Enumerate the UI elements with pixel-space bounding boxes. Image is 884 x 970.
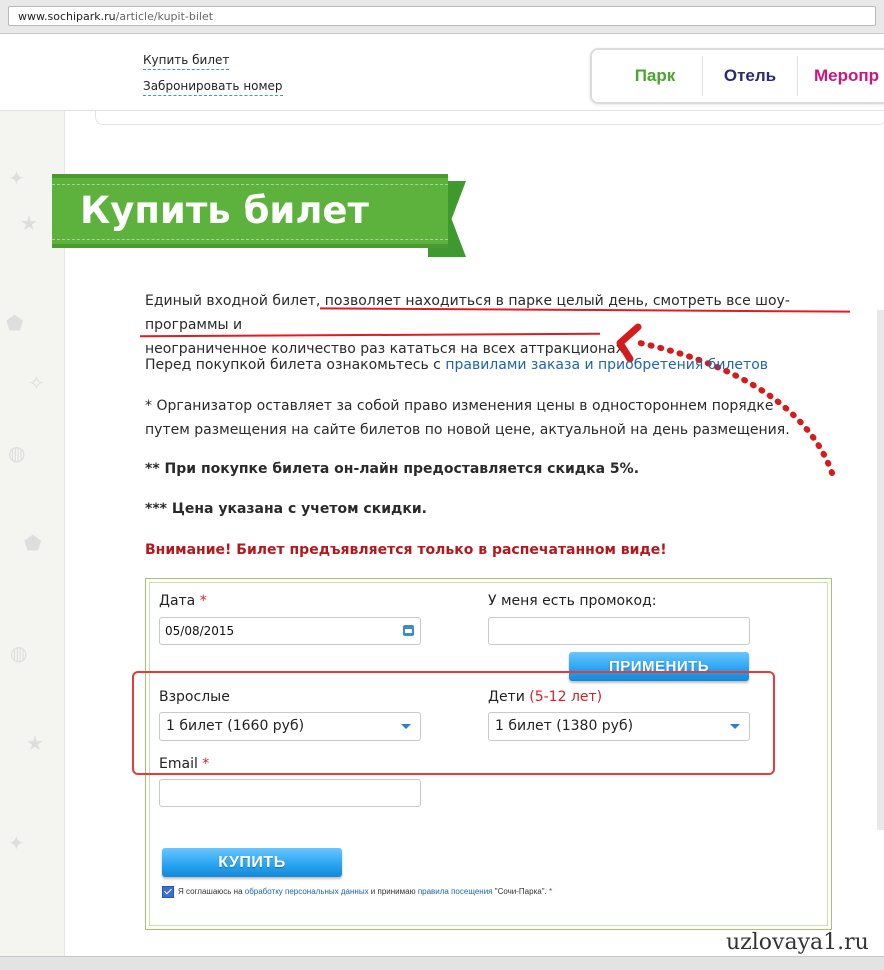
right-shadow xyxy=(877,310,884,830)
required-mark: * xyxy=(199,593,207,609)
consent-text: Я соглашаюсь на xyxy=(178,887,245,897)
rules-paragraph: Перед покупкой билета ознакомьтесь с пра… xyxy=(145,353,860,377)
browser-toolbar: www.sochipark.ru/article/kupit-bilet xyxy=(0,0,884,34)
shield-icon: ⬟ xyxy=(6,311,24,335)
watermark: uzlovaya1.ru xyxy=(726,930,869,955)
promo-label: У меня есть промокод: xyxy=(488,593,657,609)
page-title: Купить билет xyxy=(80,189,369,232)
planet-icon: ◍ xyxy=(10,641,28,665)
nav-events[interactable]: Меропр xyxy=(814,50,884,102)
shield-icon: ⬟ xyxy=(24,531,42,555)
url-host: www.sochipark.ru xyxy=(18,10,116,23)
nav-divider xyxy=(702,56,703,96)
print-warning: Внимание! Билет предъявляется только в р… xyxy=(145,542,667,558)
date-value: 05/08/2015 xyxy=(165,624,235,638)
intro-text: Единый входной билет, xyxy=(145,293,325,309)
date-label-text: Дата xyxy=(159,593,196,609)
rules-text: Перед покупкой билета ознакомьтесь с xyxy=(145,357,446,373)
annotation-box xyxy=(132,671,775,775)
date-label: Дата * xyxy=(159,593,207,609)
planet-icon: ◍ xyxy=(8,441,26,465)
main-nav: Парк Отель Меропр xyxy=(590,48,884,104)
url-path: /article/kupit-bilet xyxy=(115,10,214,23)
promo-field[interactable] xyxy=(488,617,750,645)
email-field[interactable] xyxy=(159,779,421,807)
content-top-border xyxy=(95,111,884,125)
privacy-link[interactable]: обработку персональных данных xyxy=(245,887,369,896)
site-header: Купить билет Забронировать номер Парк От… xyxy=(0,34,884,111)
rules-link[interactable]: правилами заказа и приобретения билетов xyxy=(445,357,768,373)
note-3: *** Цена указана с учетом скидки. xyxy=(145,501,427,517)
nav-hotel[interactable]: Отель xyxy=(704,50,796,102)
consent-checkbox[interactable] xyxy=(162,886,174,898)
browser-bottom-bar xyxy=(0,956,884,970)
star-icon: ★ xyxy=(26,731,44,755)
rocket-icon: ✦ xyxy=(8,831,25,855)
title-ribbon: Купить билет xyxy=(52,174,448,248)
visit-rules-link[interactable]: правила посещения xyxy=(418,887,493,896)
consent-text-end: "Сочи-Парка". xyxy=(492,887,547,897)
star-icon: ✧ xyxy=(28,371,45,395)
rocket-icon: ✦ xyxy=(8,166,25,190)
star-icon: ★ xyxy=(20,211,38,235)
consent-row: Я соглашаюсь на обработку персональных д… xyxy=(162,886,552,898)
note-1: * Организатор оставляет за собой право и… xyxy=(145,398,790,438)
address-bar[interactable]: www.sochipark.ru/article/kupit-bilet xyxy=(8,6,876,26)
consent-text-mid: и принимаю xyxy=(368,887,418,897)
buy-ticket-link[interactable]: Купить билет xyxy=(143,53,230,70)
note-2: ** При покупке билета он-лайн предоставл… xyxy=(145,461,640,477)
nav-divider xyxy=(797,56,798,96)
nav-park[interactable]: Парк xyxy=(610,50,700,102)
required-mark: * xyxy=(548,887,553,897)
calendar-icon[interactable] xyxy=(403,625,414,636)
date-field[interactable]: 05/08/2015 xyxy=(159,617,421,645)
book-room-link[interactable]: Забронировать номер xyxy=(143,79,283,96)
buy-button[interactable]: КУПИТЬ xyxy=(162,848,342,877)
